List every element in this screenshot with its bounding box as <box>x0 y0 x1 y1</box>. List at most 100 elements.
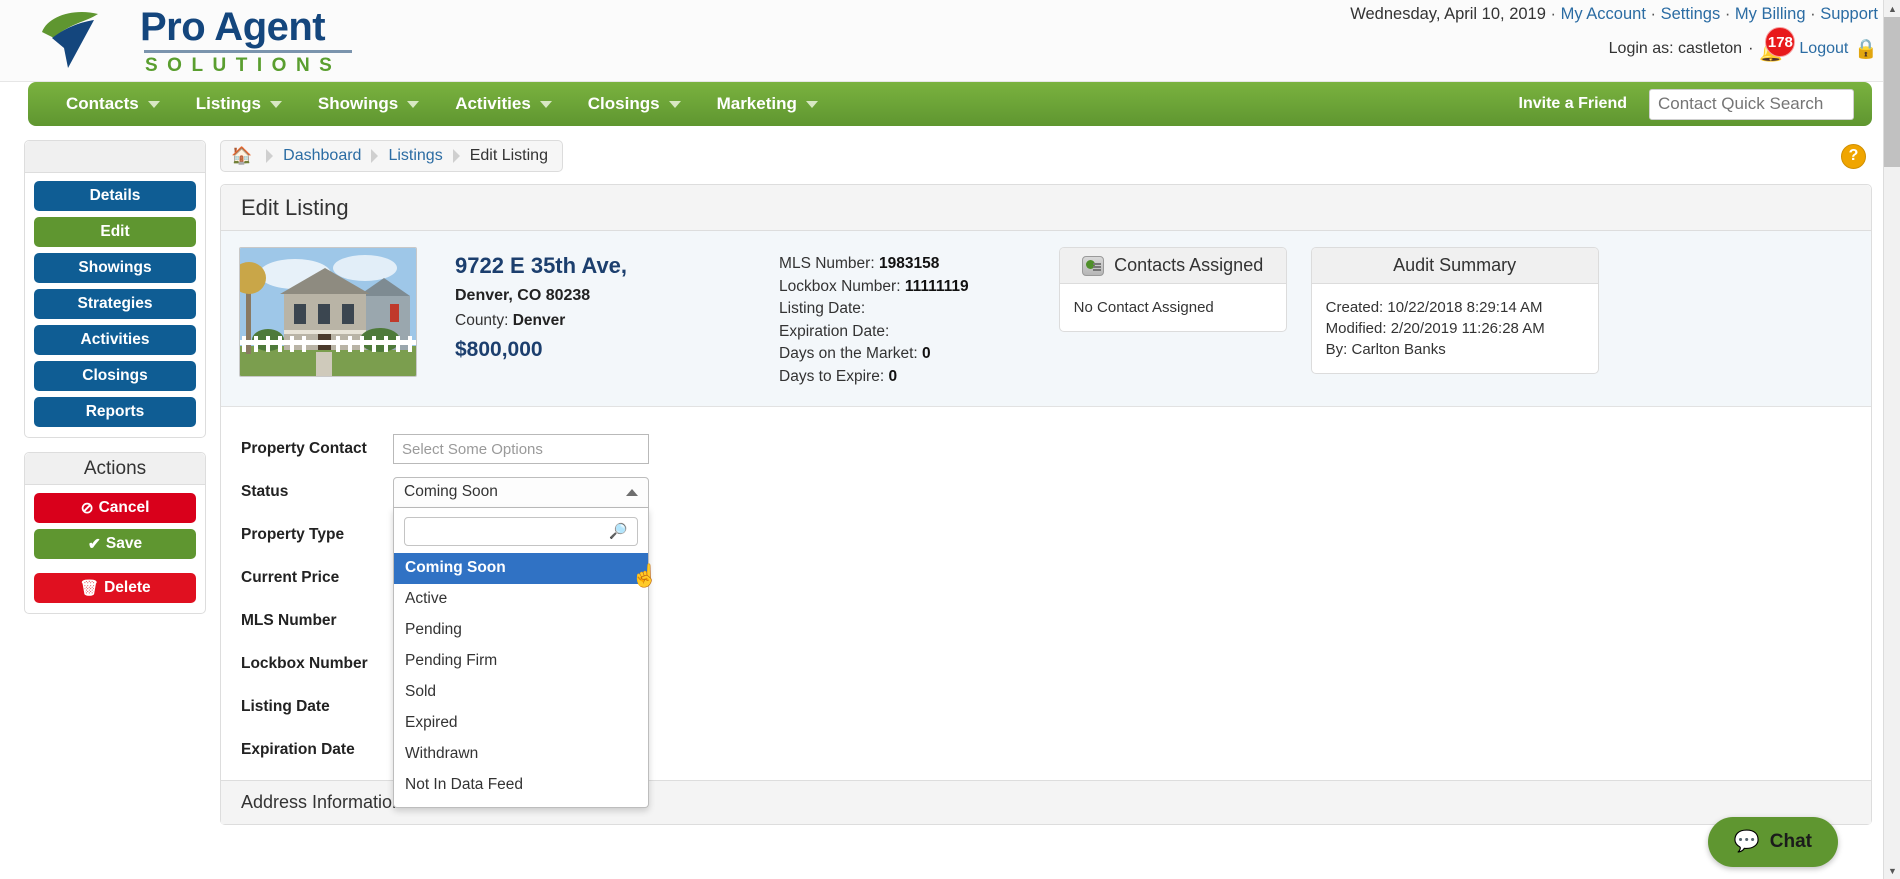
lockbox-number-field-label: Lockbox Number <box>241 655 368 672</box>
page-scrollbar[interactable]: ▲ ▼ <box>1883 0 1900 879</box>
settings-link[interactable]: Settings <box>1661 5 1721 23</box>
breadcrumb-separator <box>452 149 460 163</box>
expiration-date-label: Expiration Date: <box>779 322 890 340</box>
scroll-up-arrow-icon[interactable]: ▲ <box>1884 0 1900 17</box>
breadcrumb-bar: 🏠 Dashboard Listings Edit Listing ? <box>220 140 1872 172</box>
status-option-active[interactable]: Active <box>394 584 648 615</box>
scrollbar-thumb[interactable] <box>1884 17 1900 167</box>
county-label: County: <box>455 312 509 329</box>
page-title: Edit Listing <box>221 185 1871 231</box>
save-button-label: Save <box>105 535 143 552</box>
nav-item-activities[interactable]: Activities <box>455 94 552 114</box>
top-header: Pro Agent SOLUTIONS Wednesday, April 10,… <box>0 0 1900 82</box>
sidebar-item-strategies[interactable]: Strategies <box>34 289 196 319</box>
sidebar: Details Edit Showings Strategies Activit… <box>24 140 206 879</box>
home-icon[interactable]: 🏠 <box>231 146 252 166</box>
login-as-label: Login as: castleton <box>1608 40 1743 57</box>
breadcrumb-separator <box>266 149 274 163</box>
sidebar-item-edit[interactable]: Edit <box>34 217 196 247</box>
actions-panel-title: Actions <box>25 453 205 485</box>
contacts-assigned-title: Contacts Assigned <box>1114 255 1264 275</box>
logo-subtitle: SOLUTIONS <box>145 55 342 76</box>
header-links: Wednesday, April 10, 2019 · My Account ·… <box>1350 5 1878 23</box>
status-select-button[interactable]: Coming Soon <box>393 476 649 508</box>
listing-summary: 9722 E 35th Ave, Denver, CO 80238 County… <box>221 231 1871 407</box>
chevron-down-icon <box>147 100 160 108</box>
nav-item-closings[interactable]: Closings <box>588 94 681 114</box>
mls-info-block: MLS Number: 1983158 Lockbox Number: 1111… <box>779 247 969 388</box>
property-contact-placeholder: Select Some Options <box>402 440 543 458</box>
days-to-expire-label: Days to Expire: <box>779 367 885 385</box>
delete-button[interactable]: 🗑 Delete <box>34 573 196 603</box>
status-dropdown-menu: 🔍 Coming Soon Active Pending Pending Fir… <box>393 507 649 808</box>
delete-button-label: Delete <box>104 579 151 596</box>
logo-mark-icon <box>42 12 98 68</box>
sidebar-item-reports[interactable]: Reports <box>34 397 196 427</box>
status-option-expired[interactable]: Expired <box>394 708 648 739</box>
sidebar-panel-header <box>25 141 205 173</box>
chat-bubble-icon: 💬 <box>1733 830 1760 853</box>
status-search-field[interactable]: 🔍 <box>404 516 638 546</box>
nav-item-contacts[interactable]: Contacts <box>66 94 160 114</box>
audit-modified: Modified: 2/20/2019 11:26:28 AM <box>1325 320 1545 337</box>
nav-label: Activities <box>455 94 531 113</box>
trash-icon: 🗑 <box>79 579 100 597</box>
status-option-withdrawn[interactable]: Withdrawn <box>394 739 648 770</box>
lockbox-number-value: 11111119 <box>904 277 969 295</box>
nav-item-marketing[interactable]: Marketing <box>717 94 818 114</box>
status-option-pending[interactable]: Pending <box>394 615 648 646</box>
main-navigation: Contacts Listings Showings Activities Cl… <box>28 82 1872 126</box>
support-link[interactable]: Support <box>1820 5 1878 23</box>
lockbox-number-label: Lockbox Number: <box>779 277 901 295</box>
brand-logo[interactable]: Pro Agent SOLUTIONS <box>38 5 352 75</box>
lockbox-number-row: Lockbox Number: 11111119 <box>779 276 969 299</box>
nav-label: Contacts <box>66 94 139 113</box>
chat-widget-button[interactable]: 💬 Chat <box>1707 817 1838 867</box>
my-billing-link[interactable]: My Billing <box>1735 5 1806 23</box>
status-option-pending-firm[interactable]: Pending Firm <box>394 646 648 677</box>
notification-count-badge: 178 <box>1765 27 1796 57</box>
chevron-down-icon <box>668 100 681 108</box>
nav-item-listings[interactable]: Listings <box>196 94 282 114</box>
property-contact-input[interactable]: Select Some Options <box>393 434 649 464</box>
contact-quick-search-input[interactable] <box>1649 88 1854 120</box>
my-account-link[interactable]: My Account <box>1561 5 1646 23</box>
status-label: Status <box>241 483 289 500</box>
contacts-assigned-panel: Contacts Assigned No Contact Assigned <box>1058 247 1287 332</box>
scroll-down-arrow-icon[interactable]: ▼ <box>1884 862 1900 879</box>
save-button[interactable]: ✔ Save <box>34 529 196 559</box>
status-option-coming-soon[interactable]: Coming Soon <box>394 552 648 584</box>
invite-a-friend-link[interactable]: Invite a Friend <box>1519 95 1627 113</box>
sidebar-item-showings[interactable]: Showings <box>34 253 196 283</box>
form-row-status: Status Coming Soon 🔍 Coming Soon Active <box>221 472 1871 808</box>
address-line-2: Denver, CO 80238 <box>455 287 591 304</box>
current-price-label: Current Price <box>241 569 340 586</box>
status-option-not-in-data-feed[interactable]: Not In Data Feed <box>394 770 648 801</box>
nav-item-showings[interactable]: Showings <box>317 94 420 114</box>
nav-label: Marketing <box>716 94 797 113</box>
days-on-market-row: Days on the Market: 0 <box>779 343 969 366</box>
breadcrumb-dashboard[interactable]: Dashboard <box>283 147 361 165</box>
notification-bell[interactable]: 🔔 178 <box>1759 27 1796 63</box>
address-line-1: 9722 E 35th Ave, <box>455 253 628 278</box>
county-row: County: Denver <box>455 312 627 330</box>
sidebar-item-closings[interactable]: Closings <box>34 361 196 391</box>
sidebar-item-activities[interactable]: Activities <box>34 325 196 355</box>
chevron-down-icon <box>269 100 282 108</box>
chevron-down-icon <box>407 100 420 108</box>
nav-label: Showings <box>317 94 399 113</box>
status-option-sold[interactable]: Sold <box>394 677 648 708</box>
property-photo[interactable] <box>239 247 417 377</box>
cancel-button[interactable]: ⊘ Cancel <box>34 493 196 523</box>
breadcrumb-listings[interactable]: Listings <box>388 147 442 165</box>
status-select-wrapper: Coming Soon 🔍 Coming Soon Active Pending… <box>393 476 658 808</box>
header-date: Wednesday, April 10, 2019 <box>1350 5 1546 23</box>
contacts-assigned-header: Contacts Assigned <box>1059 248 1286 284</box>
listing-date-label: Listing Date: <box>779 300 866 317</box>
listing-date-row: Listing Date: <box>779 298 969 321</box>
help-icon[interactable]: ? <box>1841 143 1866 169</box>
logout-link[interactable]: Logout <box>1799 40 1848 58</box>
mls-number-value: 1983158 <box>878 255 940 272</box>
audit-summary-title: Audit Summary <box>1311 248 1598 284</box>
sidebar-item-details[interactable]: Details <box>34 181 196 211</box>
